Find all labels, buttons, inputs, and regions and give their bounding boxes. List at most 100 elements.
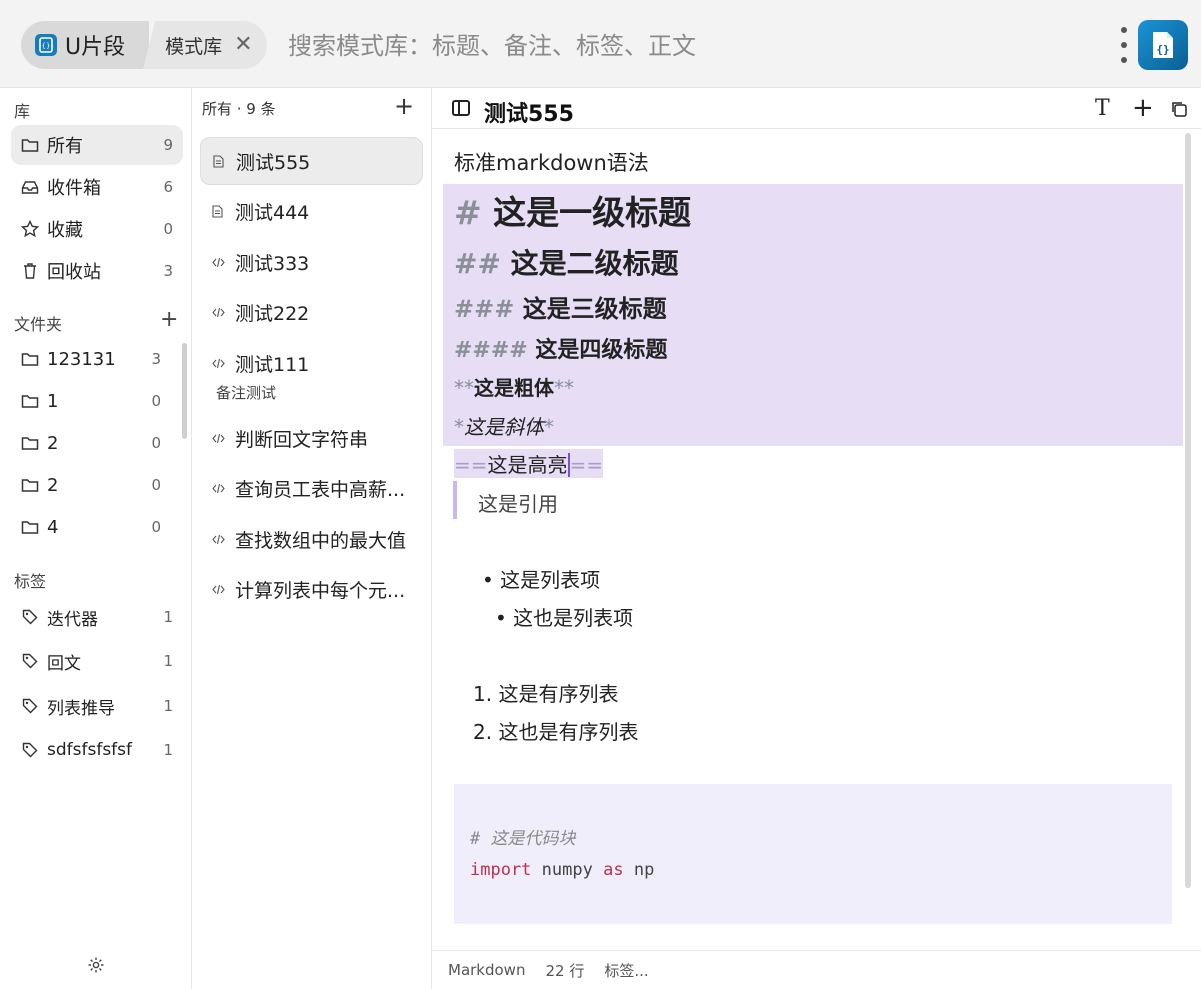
app-home-button[interactable]: {} U片段: [21, 21, 150, 69]
status-language[interactable]: Markdown: [448, 961, 525, 979]
more-menu-icon[interactable]: [1116, 27, 1132, 63]
code-icon: [212, 534, 226, 545]
list-item[interactable]: 查找数组中的最大值: [200, 515, 423, 563]
sidebar-folder[interactable]: 2 0: [11, 423, 183, 463]
list-item-note: 备注测试: [216, 384, 277, 402]
editor-line-list: • 这也是列表项: [495, 606, 634, 630]
folder-label: 2: [47, 432, 59, 454]
app-name: U片段: [65, 35, 126, 60]
list-item-title: 测试333: [235, 252, 310, 275]
inbox-icon: [21, 178, 39, 196]
app-logo-icon[interactable]: {}: [1138, 20, 1188, 70]
folder-count: 3: [151, 350, 161, 368]
list-item[interactable]: 测试111: [200, 339, 423, 387]
svg-text:{}: {}: [1156, 43, 1169, 56]
tag-icon: [21, 652, 39, 670]
sidebar-folder[interactable]: 2 0: [11, 465, 183, 505]
editor-line-ordered: 1. 这是有序列表: [473, 682, 619, 706]
heading-text: 这是三级标题: [522, 295, 667, 323]
text-format-icon[interactable]: T: [1095, 96, 1110, 121]
tags-section-title: 标签: [14, 572, 47, 591]
markdown-mark: *: [544, 415, 554, 439]
folder-label: 4: [47, 516, 59, 538]
add-folder-button[interactable]: +: [160, 307, 178, 332]
code-identifier: np: [633, 860, 655, 880]
tag-label: 回文: [47, 653, 81, 674]
sidebar-tag[interactable]: sdfsfsfsfsf 1: [11, 730, 183, 770]
breadcrumb: {} U片段 模式库 ✕: [21, 21, 267, 69]
list-item-title: 测试444: [235, 201, 310, 224]
sidebar-folder[interactable]: 123131 3: [11, 339, 183, 379]
sidebar-item-all[interactable]: 所有 9: [11, 125, 183, 165]
list-item-title: 测试111: [235, 353, 310, 376]
status-tags[interactable]: 标签...: [604, 960, 648, 981]
folders-scrollbar[interactable]: [182, 343, 187, 439]
editor-scrollbar[interactable]: [1185, 133, 1191, 888]
tag-count: 1: [163, 608, 173, 626]
sidebar-folder[interactable]: 4 0: [11, 507, 183, 547]
tag-icon: [21, 697, 39, 715]
list-item[interactable]: 判断回文字符串: [200, 414, 423, 462]
editor-line-list: • 这是列表项: [482, 568, 601, 592]
editor-line-italic: *这是斜体*: [454, 411, 554, 440]
search-input[interactable]: [288, 28, 1068, 64]
list-item-title: 查找数组中的最大值: [235, 529, 407, 552]
snippet-title[interactable]: 测试555: [484, 96, 574, 128]
bold-text: 这是粗体: [474, 376, 554, 400]
list-item[interactable]: 查询员工表中高薪...: [200, 464, 423, 512]
tag-count: 1: [163, 652, 173, 670]
folder-count: 0: [151, 518, 161, 536]
copy-icon[interactable]: [1170, 99, 1188, 124]
code-icon: [212, 307, 226, 318]
list-item[interactable]: 测试222: [200, 288, 423, 336]
code-identifier: numpy: [541, 860, 593, 880]
list-item-title: 计算列表中每个元...: [235, 579, 406, 602]
library-crumb[interactable]: 模式库 ✕: [143, 21, 267, 69]
markdown-mark: ==: [569, 453, 604, 477]
heading-text: 这是二级标题: [510, 247, 679, 280]
library-crumb-label: 模式库: [165, 35, 223, 58]
folders-section-title: 文件夹: [14, 315, 63, 334]
sidebar-tag[interactable]: 列表推导 1: [11, 686, 183, 726]
add-snippet-button[interactable]: +: [394, 92, 414, 120]
settings-gear-icon[interactable]: [87, 956, 107, 976]
markdown-editor[interactable]: 标准markdown语法 # 这是一级标题 ## 这是二级标题 ### 这是三级…: [432, 129, 1201, 950]
code-keyword: as: [603, 860, 624, 880]
list-item[interactable]: 测试555: [200, 137, 423, 185]
sidebar-item-count: 0: [163, 220, 173, 238]
sidebar-item-trash[interactable]: 回收站 3: [11, 251, 183, 291]
code-keyword: import: [470, 860, 532, 880]
editor-line-ordered: 2. 这也是有序列表: [473, 720, 639, 744]
sidebar-tag[interactable]: 回文 1: [11, 641, 183, 681]
snippet-list: 所有 · 9 条 测试555 测试444 测试333 测试222 测试111 备…: [192, 88, 432, 989]
sidebar-item-favorites[interactable]: 收藏 0: [11, 209, 183, 249]
status-line-count: 22 行: [545, 961, 585, 980]
list-item[interactable]: 测试333: [200, 238, 423, 286]
toggle-sidebar-icon[interactable]: [452, 100, 470, 116]
folder-count: 0: [151, 476, 161, 494]
close-icon[interactable]: ✕: [234, 34, 252, 56]
tag-icon: [21, 608, 39, 626]
library-section-title: 库: [14, 102, 31, 121]
sidebar-item-label: 收件箱: [47, 178, 101, 199]
code-comment: # 这是代码块: [470, 829, 576, 849]
list-item[interactable]: 计算列表中每个元...: [200, 565, 423, 613]
list-item[interactable]: 测试444: [200, 187, 423, 235]
sidebar-folder[interactable]: 1 0: [11, 381, 183, 421]
sidebar-tag[interactable]: 迭代器 1: [11, 597, 183, 637]
highlight-text: 这是高亮: [487, 453, 570, 477]
code-line: import numpy as np: [470, 860, 654, 880]
trash-icon: [21, 262, 39, 280]
code-icon: [212, 483, 226, 494]
folder-label: 1: [47, 390, 59, 412]
markdown-mark: **: [554, 376, 574, 400]
editor-line-h3: ### 这是三级标题: [454, 289, 667, 324]
sidebar-item-label: 所有: [47, 136, 83, 157]
document-icon: [213, 154, 227, 168]
add-icon[interactable]: +: [1132, 93, 1154, 123]
folder-icon: [21, 518, 39, 536]
folder-count: 0: [151, 434, 161, 452]
tag-count: 1: [163, 697, 173, 715]
app-icon: {}: [35, 34, 57, 56]
sidebar-item-inbox[interactable]: 收件箱 6: [11, 167, 183, 207]
